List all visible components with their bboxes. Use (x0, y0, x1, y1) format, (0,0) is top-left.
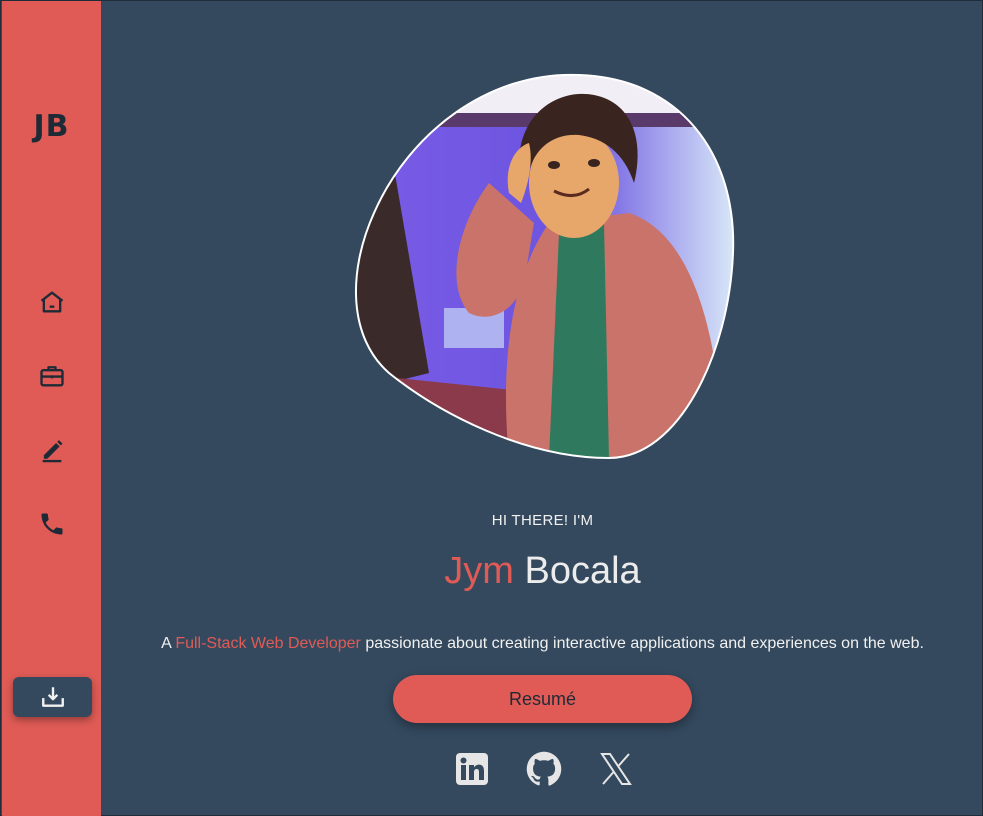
hero-name: Jym Bocala (101, 550, 983, 593)
avatar (349, 73, 735, 460)
avatar-illustration (354, 73, 735, 460)
x-link[interactable] (598, 751, 634, 787)
github-link[interactable] (526, 751, 562, 787)
x-icon (600, 753, 632, 785)
first-name: Jym (444, 550, 514, 592)
pencil-icon (42, 440, 63, 463)
linkedin-link[interactable] (454, 751, 490, 787)
nav-blog[interactable] (37, 435, 67, 465)
nav-work[interactable] (37, 361, 67, 391)
download-resume-button[interactable] (13, 677, 92, 717)
nav-contact[interactable] (37, 509, 67, 539)
last-name: Bocala (524, 550, 641, 592)
sidebar: JB (2, 1, 101, 816)
tagline-prefix: A (161, 635, 176, 652)
linkedin-icon (456, 753, 488, 785)
github-icon (526, 751, 562, 786)
resume-button[interactable]: Resumé (393, 675, 692, 723)
nav-home[interactable] (37, 287, 67, 317)
home-icon (40, 291, 64, 313)
briefcase-icon (40, 366, 64, 387)
social-links (454, 751, 634, 791)
main-content: HI THERE! I'M Jym Bocala A Full-Stack We… (101, 1, 983, 816)
tagline-suffix: passionate about creating interactive ap… (360, 635, 924, 652)
phone-icon (41, 513, 63, 535)
tagline: A Full-Stack Web Developer passionate ab… (101, 635, 983, 653)
tagline-highlight: Full-Stack Web Developer (175, 635, 361, 652)
logo[interactable]: JB (2, 109, 101, 144)
download-icon (41, 687, 64, 707)
greeting: HI THERE! I'M (491, 512, 594, 529)
